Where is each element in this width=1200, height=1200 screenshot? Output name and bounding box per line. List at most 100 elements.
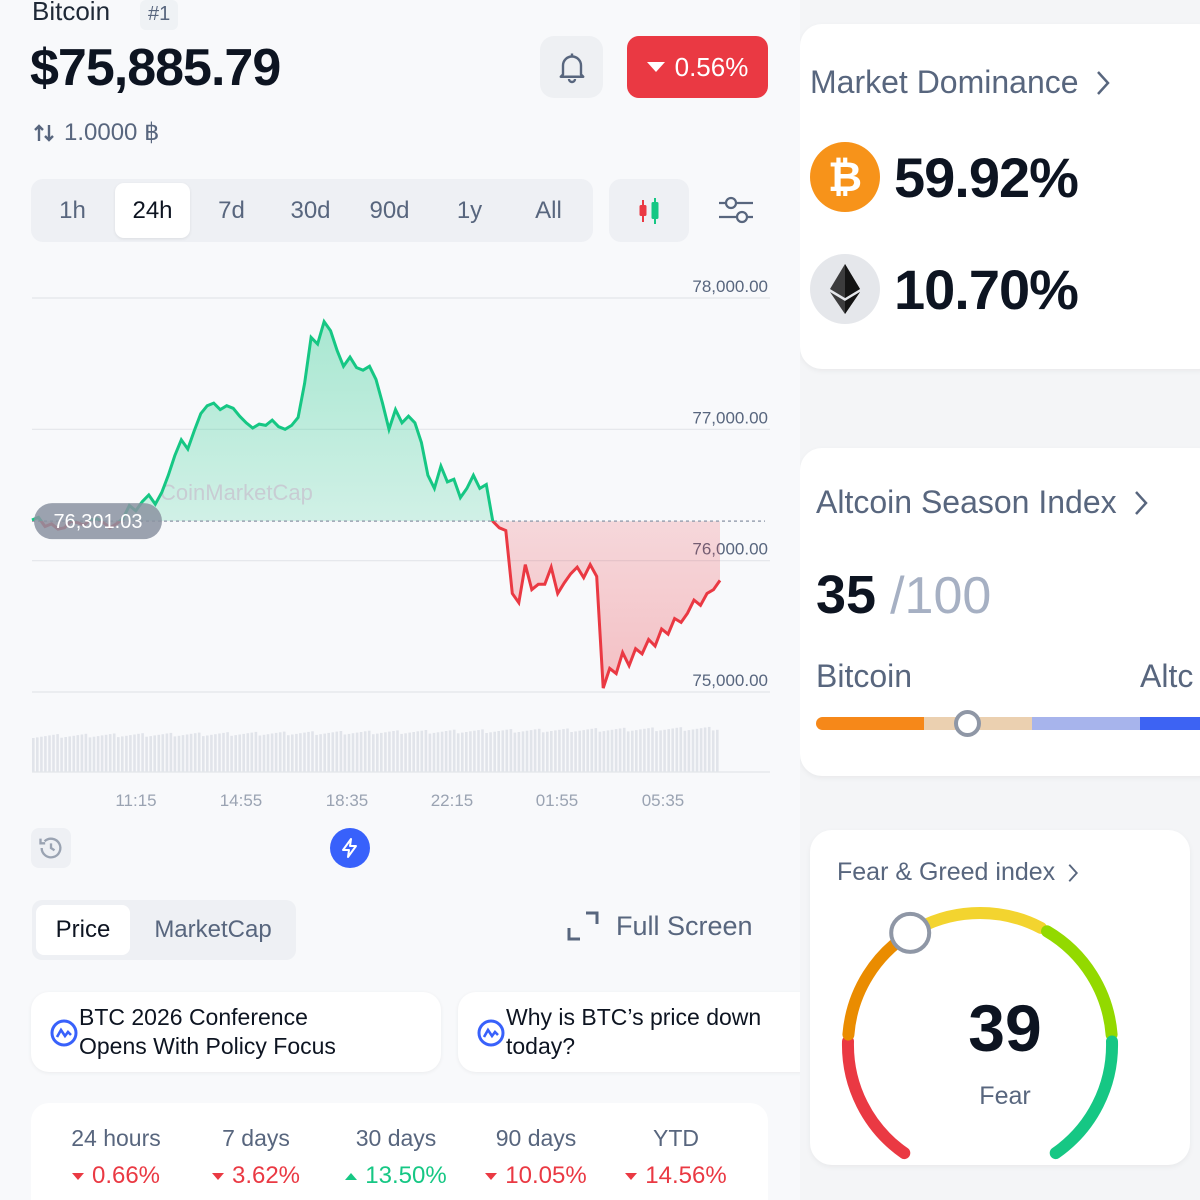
price-alert-button[interactable] — [540, 36, 603, 98]
price-change-badge: 0.56% — [627, 36, 768, 98]
volume-bar — [133, 734, 136, 772]
x-tick-label: 14:55 — [220, 791, 263, 810]
fear-greed-title: Fear & Greed index — [837, 858, 1079, 887]
chevron-right-icon — [1068, 863, 1079, 882]
swap-arrows-icon — [34, 123, 54, 142]
btc-dominance-row: ₿ 59.92% — [810, 142, 1079, 212]
tab-90d[interactable]: 90d — [352, 183, 427, 238]
volume-bar — [562, 729, 565, 772]
tab-24h[interactable]: 24h — [115, 183, 190, 238]
volume-bar — [711, 730, 715, 772]
chart-watermark: CoinMarketCap — [160, 480, 313, 505]
perf-24h: 24 hours 0.66% — [71, 1125, 161, 1189]
volume-bar — [590, 728, 594, 772]
volume-bar — [222, 732, 225, 772]
fear-greed-card[interactable]: Fear & Greed index 39 Fear — [810, 830, 1190, 1165]
volume-bar — [582, 730, 585, 772]
volume-bar — [586, 729, 589, 772]
volume-bar — [303, 732, 306, 772]
volume-bar — [574, 731, 577, 772]
perf-90d: 90 days 10.05% — [471, 1125, 601, 1190]
volume-bar — [602, 731, 606, 772]
volume-bar — [80, 734, 84, 772]
caret-down-icon — [71, 1172, 84, 1180]
tab-30d[interactable]: 30d — [273, 183, 348, 238]
altcoin-season-card[interactable]: Altcoin Season Index 35 /100 Bitcoin Alt… — [800, 448, 1200, 776]
fullscreen-button[interactable]: Full Screen — [566, 910, 753, 942]
volume-bar — [626, 731, 630, 772]
volume-bar — [137, 733, 140, 772]
volume-bar — [428, 733, 432, 772]
volume-bar — [339, 731, 343, 772]
volume-bar — [311, 731, 314, 772]
price-chart[interactable]: 78,000.0077,000.0076,000.0075,000.00 Coi… — [0, 270, 800, 830]
volume-bar — [319, 734, 322, 772]
volume-bar — [509, 729, 513, 772]
volume-bar — [169, 732, 173, 772]
volume-bar — [125, 735, 128, 772]
history-button[interactable] — [31, 828, 71, 868]
volume-bar — [541, 732, 545, 772]
volume-bar — [376, 733, 379, 772]
chart-settings-button[interactable] — [712, 186, 760, 234]
candlestick-toggle-button[interactable] — [609, 179, 689, 242]
volume-bar — [651, 727, 654, 772]
volume-bar — [56, 734, 59, 772]
volume-bar — [493, 731, 496, 772]
volume-bar — [157, 734, 161, 772]
volume-bar — [64, 737, 67, 772]
volume-bar — [687, 730, 691, 772]
volume-bar — [372, 734, 375, 772]
volume-bar — [380, 732, 383, 772]
volume-bar — [456, 733, 460, 772]
events-button[interactable] — [330, 828, 370, 868]
performance-card: 24 hours 0.66% 7 days 3.62% 30 days 13.5… — [31, 1103, 768, 1200]
marketcap-toggle[interactable]: MarketCap — [136, 905, 290, 955]
volume-bar — [197, 732, 201, 772]
volume-bar — [647, 728, 650, 772]
svg-text:₿: ₿ — [828, 152, 862, 201]
coin-price: $75,885.79 — [30, 39, 281, 97]
caret-up-icon — [345, 1172, 358, 1180]
tab-1h[interactable]: 1h — [35, 183, 110, 238]
volume-bar — [112, 733, 116, 772]
volume-bar — [117, 737, 120, 772]
volume-bar — [481, 729, 484, 772]
volume-bar — [716, 729, 719, 772]
volume-bar — [72, 735, 76, 773]
volume-bar — [691, 729, 695, 772]
expand-icon — [567, 911, 599, 941]
volume-bar — [558, 729, 561, 773]
volume-bar — [214, 734, 217, 772]
volume-bar — [412, 732, 415, 772]
volume-bar — [287, 735, 290, 772]
coin-rank-badge: #1 — [140, 0, 179, 30]
fear-greed-label: Fear — [979, 1082, 1031, 1110]
timeframe-tabs: 1h 24h 7d 30d 90d 1y All — [31, 179, 593, 242]
caret-down-icon — [625, 1172, 638, 1180]
market-dominance-card[interactable]: Market Dominance ₿ 59.92% 10.70% — [800, 24, 1200, 369]
volume-bar — [578, 730, 581, 772]
price-toggle[interactable]: Price — [36, 905, 130, 955]
volume-bar — [202, 736, 205, 772]
volume-bar — [521, 731, 525, 772]
tab-1y[interactable]: 1y — [432, 183, 507, 238]
volume-bar — [153, 735, 156, 772]
volume-bar — [141, 733, 144, 772]
tab-7d[interactable]: 7d — [194, 183, 269, 238]
volume-bar — [501, 730, 505, 772]
volume-bar — [323, 733, 326, 772]
chevron-right-icon — [1134, 490, 1148, 515]
volume-bar — [327, 732, 330, 772]
volume-bar — [363, 731, 367, 772]
volume-bar — [436, 732, 440, 772]
volume-bar — [618, 728, 622, 772]
volume-bar — [659, 730, 662, 772]
news-card-2[interactable]: Why is BTC’s price down today? — [458, 992, 818, 1072]
volume-bar — [683, 730, 687, 772]
volume-bar — [622, 727, 626, 772]
tab-all[interactable]: All — [511, 183, 586, 238]
news-card-1[interactable]: BTC 2026 Conference Opens With Policy Foc… — [31, 992, 441, 1072]
volume-bar — [432, 732, 436, 772]
volume-bar — [92, 736, 96, 772]
